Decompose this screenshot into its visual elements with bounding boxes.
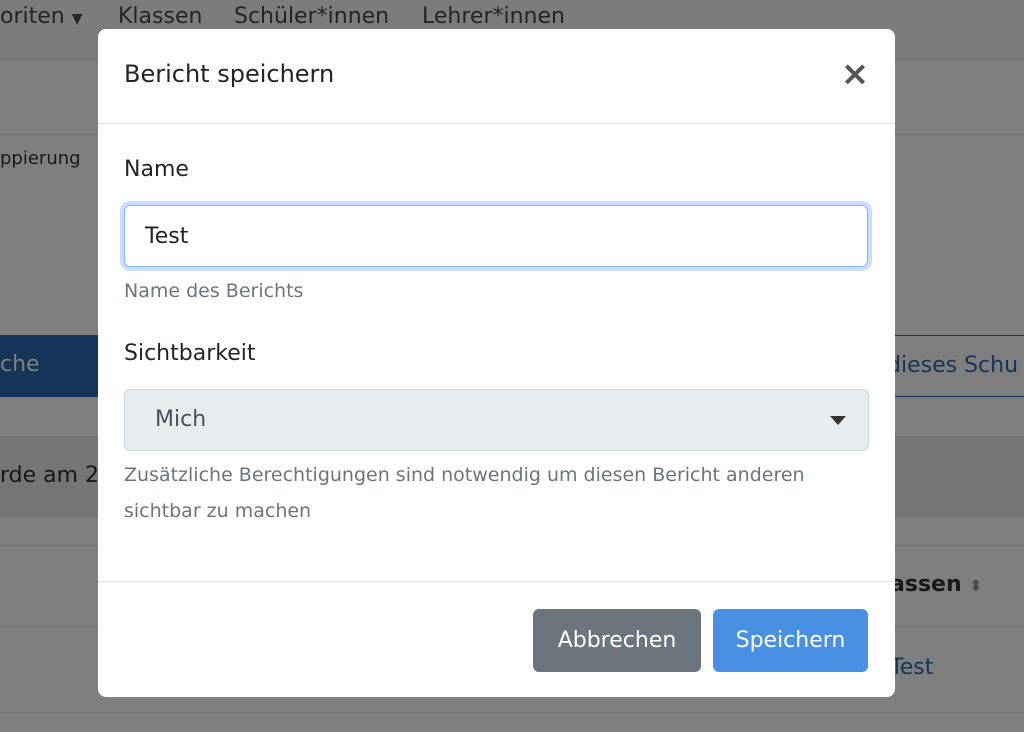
visibility-help-line-2: sichtbar zu machen <box>124 500 312 522</box>
visibility-label: Sichtbarkeit <box>124 341 256 366</box>
modal-title: Bericht speichern <box>124 60 335 88</box>
visibility-select[interactable]: Mich <box>124 389 869 451</box>
cancel-button[interactable]: Abbrechen <box>533 609 701 672</box>
visibility-help-line-1: Zusätzliche Berechtigungen sind notwendi… <box>124 464 805 486</box>
visibility-selected-value: Mich <box>155 407 207 432</box>
name-label: Name <box>124 157 189 182</box>
chevron-down-icon <box>830 416 846 425</box>
name-help-text: Name des Berichts <box>124 280 304 302</box>
close-icon[interactable]: × <box>839 57 871 91</box>
save-report-modal: Bericht speichern × Name Name des Berich… <box>98 29 895 697</box>
save-button[interactable]: Speichern <box>713 609 868 672</box>
name-input[interactable] <box>124 205 868 267</box>
modal-footer: Abbrechen Speichern <box>98 581 895 697</box>
modal-header: Bericht speichern × <box>98 29 895 124</box>
